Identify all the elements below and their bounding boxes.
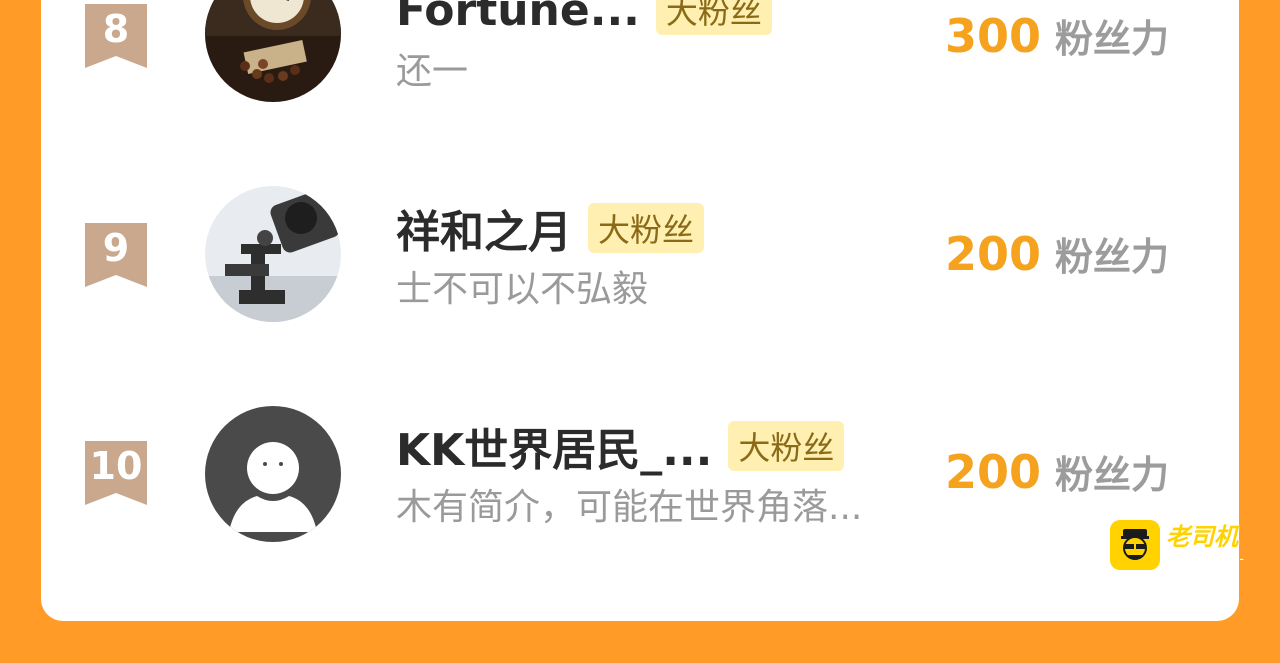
ranking-card: 8 Fortune... 大粉丝 还一 300 粉丝力 9 祥和之月 大粉丝 士…	[41, 0, 1239, 621]
ranking-row-9[interactable]: 9 祥和之月 大粉丝 士不可以不弘毅 200 粉丝力	[41, 178, 1239, 338]
fan-power-unit: 粉丝力	[1054, 235, 1169, 279]
watermark: 老司机 - lsjmh.top -	[1110, 520, 1244, 570]
fan-power: 300 粉丝力	[945, 8, 1169, 63]
rank-number: 10	[89, 444, 143, 488]
driver-logo-icon	[1110, 520, 1160, 570]
rank-number: 8	[102, 7, 130, 51]
fan-level-tag: 大粉丝	[588, 203, 705, 253]
rank-badge: 10	[85, 441, 147, 505]
user-name[interactable]: 祥和之月	[396, 196, 572, 260]
name-line: 祥和之月 大粉丝	[396, 196, 705, 260]
rank-badge: 8	[85, 4, 147, 68]
default-user-icon	[205, 406, 341, 542]
fan-power-value: 300	[944, 9, 1041, 63]
rank-badge: 9	[85, 223, 147, 287]
name-line: Fortune... 大粉丝	[396, 0, 772, 40]
fan-power-value: 200	[944, 227, 1041, 281]
avatar[interactable]	[205, 0, 341, 102]
user-bio: 还一	[396, 51, 469, 92]
avatar[interactable]	[205, 406, 341, 542]
fan-level-tag: 大粉丝	[728, 421, 845, 471]
fan-power-unit: 粉丝力	[1054, 453, 1169, 497]
watermark-title: 老司机	[1166, 522, 1238, 551]
rank-number: 9	[102, 226, 130, 270]
watermark-subtitle: - lsjmh.top -	[1166, 551, 1244, 567]
fan-power-unit: 粉丝力	[1054, 17, 1169, 61]
avatar[interactable]	[205, 186, 341, 322]
user-name[interactable]: KK世界居民_...	[396, 414, 712, 478]
ranking-row-10[interactable]: 10 KK世界居民_... 大粉丝 木有简介，可能在世界角落... 200 粉丝…	[41, 396, 1239, 556]
user-name[interactable]: Fortune...	[396, 0, 640, 36]
fan-power-value: 200	[944, 445, 1041, 499]
fan-power: 200 粉丝力	[945, 444, 1169, 499]
user-bio: 木有简介，可能在世界角落...	[396, 487, 863, 528]
fan-power: 200 粉丝力	[945, 226, 1169, 281]
fan-level-tag: 大粉丝	[655, 0, 772, 35]
microscope-photo-icon	[205, 186, 341, 322]
ranking-row-8[interactable]: 8 Fortune... 大粉丝 还一 300 粉丝力	[41, 0, 1239, 120]
name-line: KK世界居民_... 大粉丝	[396, 414, 845, 478]
user-bio: 士不可以不弘毅	[396, 269, 649, 310]
clock-photo-icon	[205, 0, 341, 102]
